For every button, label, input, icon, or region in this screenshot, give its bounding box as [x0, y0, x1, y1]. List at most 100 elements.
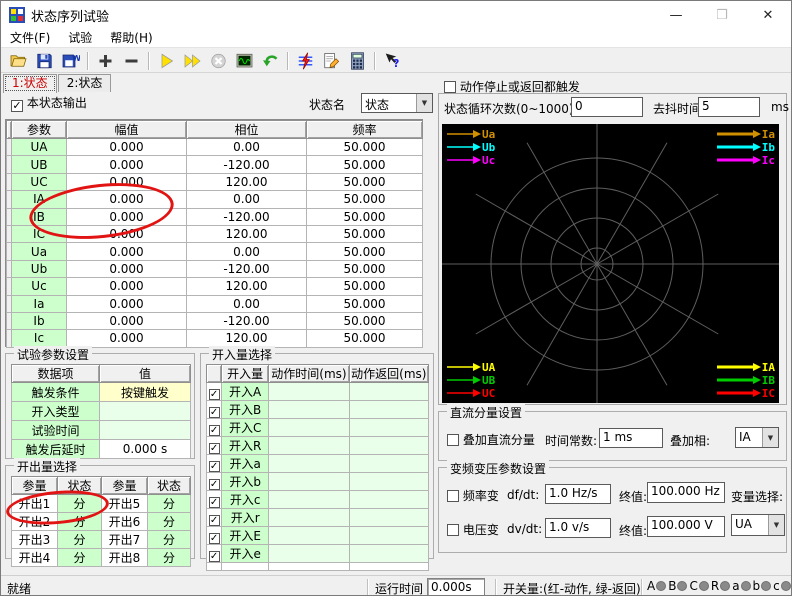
- freq-cell[interactable]: 50.000: [307, 260, 423, 277]
- tab-state-1[interactable]: 1:状态: [3, 74, 57, 93]
- add-icon[interactable]: [92, 50, 118, 72]
- amp-cell[interactable]: 0.000: [67, 278, 187, 295]
- amp-cell[interactable]: 0.000: [67, 260, 187, 277]
- input-checkbox[interactable]: ✓: [209, 497, 220, 508]
- stop-icon[interactable]: [205, 50, 231, 72]
- phase-cell[interactable]: -120.00: [187, 156, 307, 173]
- output-state-cell[interactable]: 分: [148, 531, 191, 549]
- input-checkbox[interactable]: ✓: [209, 389, 220, 400]
- input-checkbox-cell[interactable]: ✓: [207, 401, 222, 419]
- freq-final-input[interactable]: 100.000 Hz: [647, 482, 725, 503]
- overlay-phase-combo[interactable]: IA ▼: [735, 427, 779, 448]
- input-checkbox[interactable]: ✓: [209, 551, 220, 562]
- input-checkbox[interactable]: ✓: [209, 407, 220, 418]
- chevron-down-icon[interactable]: ▼: [768, 515, 784, 535]
- freq-cell[interactable]: 50.000: [307, 173, 423, 190]
- input-checkbox-cell[interactable]: ✓: [207, 545, 222, 563]
- output-state-cell[interactable]: 分: [148, 513, 191, 531]
- input-checkbox[interactable]: ✓: [209, 425, 220, 436]
- save-icon[interactable]: [31, 50, 57, 72]
- testparam-value-cell[interactable]: [100, 421, 191, 440]
- input-checkbox[interactable]: ✓: [209, 461, 220, 472]
- start-fast-icon[interactable]: [179, 50, 205, 72]
- dfdt-input[interactable]: 1.0 Hz/s: [545, 484, 611, 504]
- menu-item-1[interactable]: 试验: [59, 29, 101, 48]
- output-state-cell[interactable]: 分: [148, 495, 191, 513]
- input-checkbox[interactable]: ✓: [209, 533, 220, 544]
- volt-ramp-checkbox-box[interactable]: [447, 524, 459, 536]
- testparam-value-cell[interactable]: [100, 402, 191, 421]
- freq-cell[interactable]: 50.000: [307, 139, 423, 156]
- input-checkbox-cell[interactable]: ✓: [207, 527, 222, 545]
- report-icon[interactable]: [318, 50, 344, 72]
- output-state-cell[interactable]: 分: [58, 549, 102, 567]
- dc-overlay-checkbox[interactable]: 叠加直流分量: [447, 431, 535, 448]
- freq-cell[interactable]: 50.000: [307, 312, 423, 329]
- start-icon[interactable]: [153, 50, 179, 72]
- freq-cell[interactable]: 50.000: [307, 225, 423, 242]
- cycle-count-input[interactable]: 0: [571, 97, 643, 117]
- input-checkbox[interactable]: ✓: [209, 515, 220, 526]
- save-doc-icon[interactable]: W: [57, 50, 83, 72]
- phase-cell[interactable]: 0.00: [187, 191, 307, 208]
- input-checkbox-cell[interactable]: ✓: [207, 383, 222, 401]
- phase-cell[interactable]: 120.00: [187, 225, 307, 242]
- freq-cell[interactable]: 50.000: [307, 295, 423, 312]
- help-icon[interactable]: ?: [379, 50, 405, 72]
- output-state-cell[interactable]: 分: [148, 549, 191, 567]
- freq-cell[interactable]: 50.000: [307, 278, 423, 295]
- minimize-button[interactable]: —: [653, 1, 699, 29]
- volt-final-input[interactable]: 100.000 V: [647, 516, 725, 537]
- input-checkbox[interactable]: ✓: [209, 479, 220, 490]
- freq-ramp-checkbox[interactable]: 频率变: [447, 487, 499, 504]
- phase-cell[interactable]: 0.00: [187, 243, 307, 260]
- state-output-checkbox-box[interactable]: ✓: [11, 100, 23, 112]
- testparam-value-cell[interactable]: 按键触发: [100, 383, 191, 402]
- freq-cell[interactable]: 50.000: [307, 191, 423, 208]
- open-icon[interactable]: [5, 50, 31, 72]
- remove-icon[interactable]: [118, 50, 144, 72]
- freq-ramp-checkbox-box[interactable]: [447, 490, 459, 502]
- menu-item-2[interactable]: 帮助(H): [101, 29, 161, 48]
- var-select-combo[interactable]: UA ▼: [731, 514, 785, 536]
- state-name-combo[interactable]: 状态 ▼: [361, 93, 433, 113]
- undo-icon[interactable]: [257, 50, 283, 72]
- menu-item-0[interactable]: 文件(F): [1, 29, 59, 48]
- phase-cell[interactable]: 0.00: [187, 139, 307, 156]
- phase-cell[interactable]: -120.00: [187, 312, 307, 329]
- freq-cell[interactable]: 50.000: [307, 243, 423, 260]
- input-checkbox-cell[interactable]: ✓: [207, 455, 222, 473]
- phase-cell[interactable]: 120.00: [187, 173, 307, 190]
- output-state-cell[interactable]: 分: [58, 531, 102, 549]
- close-button[interactable]: ✕: [745, 1, 791, 29]
- amp-cell[interactable]: 0.000: [67, 312, 187, 329]
- input-checkbox-cell[interactable]: ✓: [207, 419, 222, 437]
- waveform-icon[interactable]: [231, 50, 257, 72]
- phase-cell[interactable]: 0.00: [187, 295, 307, 312]
- amp-cell[interactable]: 0.000: [67, 330, 187, 347]
- phase-cell[interactable]: -120.00: [187, 260, 307, 277]
- param-col-header[interactable]: 频率: [307, 121, 423, 139]
- input-checkbox[interactable]: ✓: [209, 443, 220, 454]
- chevron-down-icon[interactable]: ▼: [416, 94, 432, 112]
- maximize-button[interactable]: ❒: [699, 1, 745, 29]
- freq-cell[interactable]: 50.000: [307, 208, 423, 225]
- calculator-icon[interactable]: [344, 50, 370, 72]
- time-constant-input[interactable]: 1 ms: [599, 428, 663, 448]
- input-checkbox-cell[interactable]: ✓: [207, 509, 222, 527]
- phase-cell[interactable]: -120.00: [187, 208, 307, 225]
- phase-cell[interactable]: 120.00: [187, 330, 307, 347]
- param-col-header[interactable]: 幅值: [67, 121, 187, 139]
- amp-cell[interactable]: 0.000: [67, 243, 187, 260]
- amp-cell[interactable]: 0.000: [67, 295, 187, 312]
- amp-cell[interactable]: 0.000: [67, 139, 187, 156]
- dvdt-input[interactable]: 1.0 v/s: [545, 518, 611, 538]
- amp-cell[interactable]: 0.000: [67, 156, 187, 173]
- chevron-down-icon[interactable]: ▼: [762, 428, 778, 447]
- input-checkbox-cell[interactable]: ✓: [207, 491, 222, 509]
- input-checkbox-cell[interactable]: ✓: [207, 437, 222, 455]
- param-col-header[interactable]: 参数: [12, 121, 67, 139]
- state-output-checkbox[interactable]: ✓ 本状态输出: [11, 94, 87, 112]
- input-checkbox-cell[interactable]: ✓: [207, 473, 222, 491]
- param-col-header[interactable]: 相位: [187, 121, 307, 139]
